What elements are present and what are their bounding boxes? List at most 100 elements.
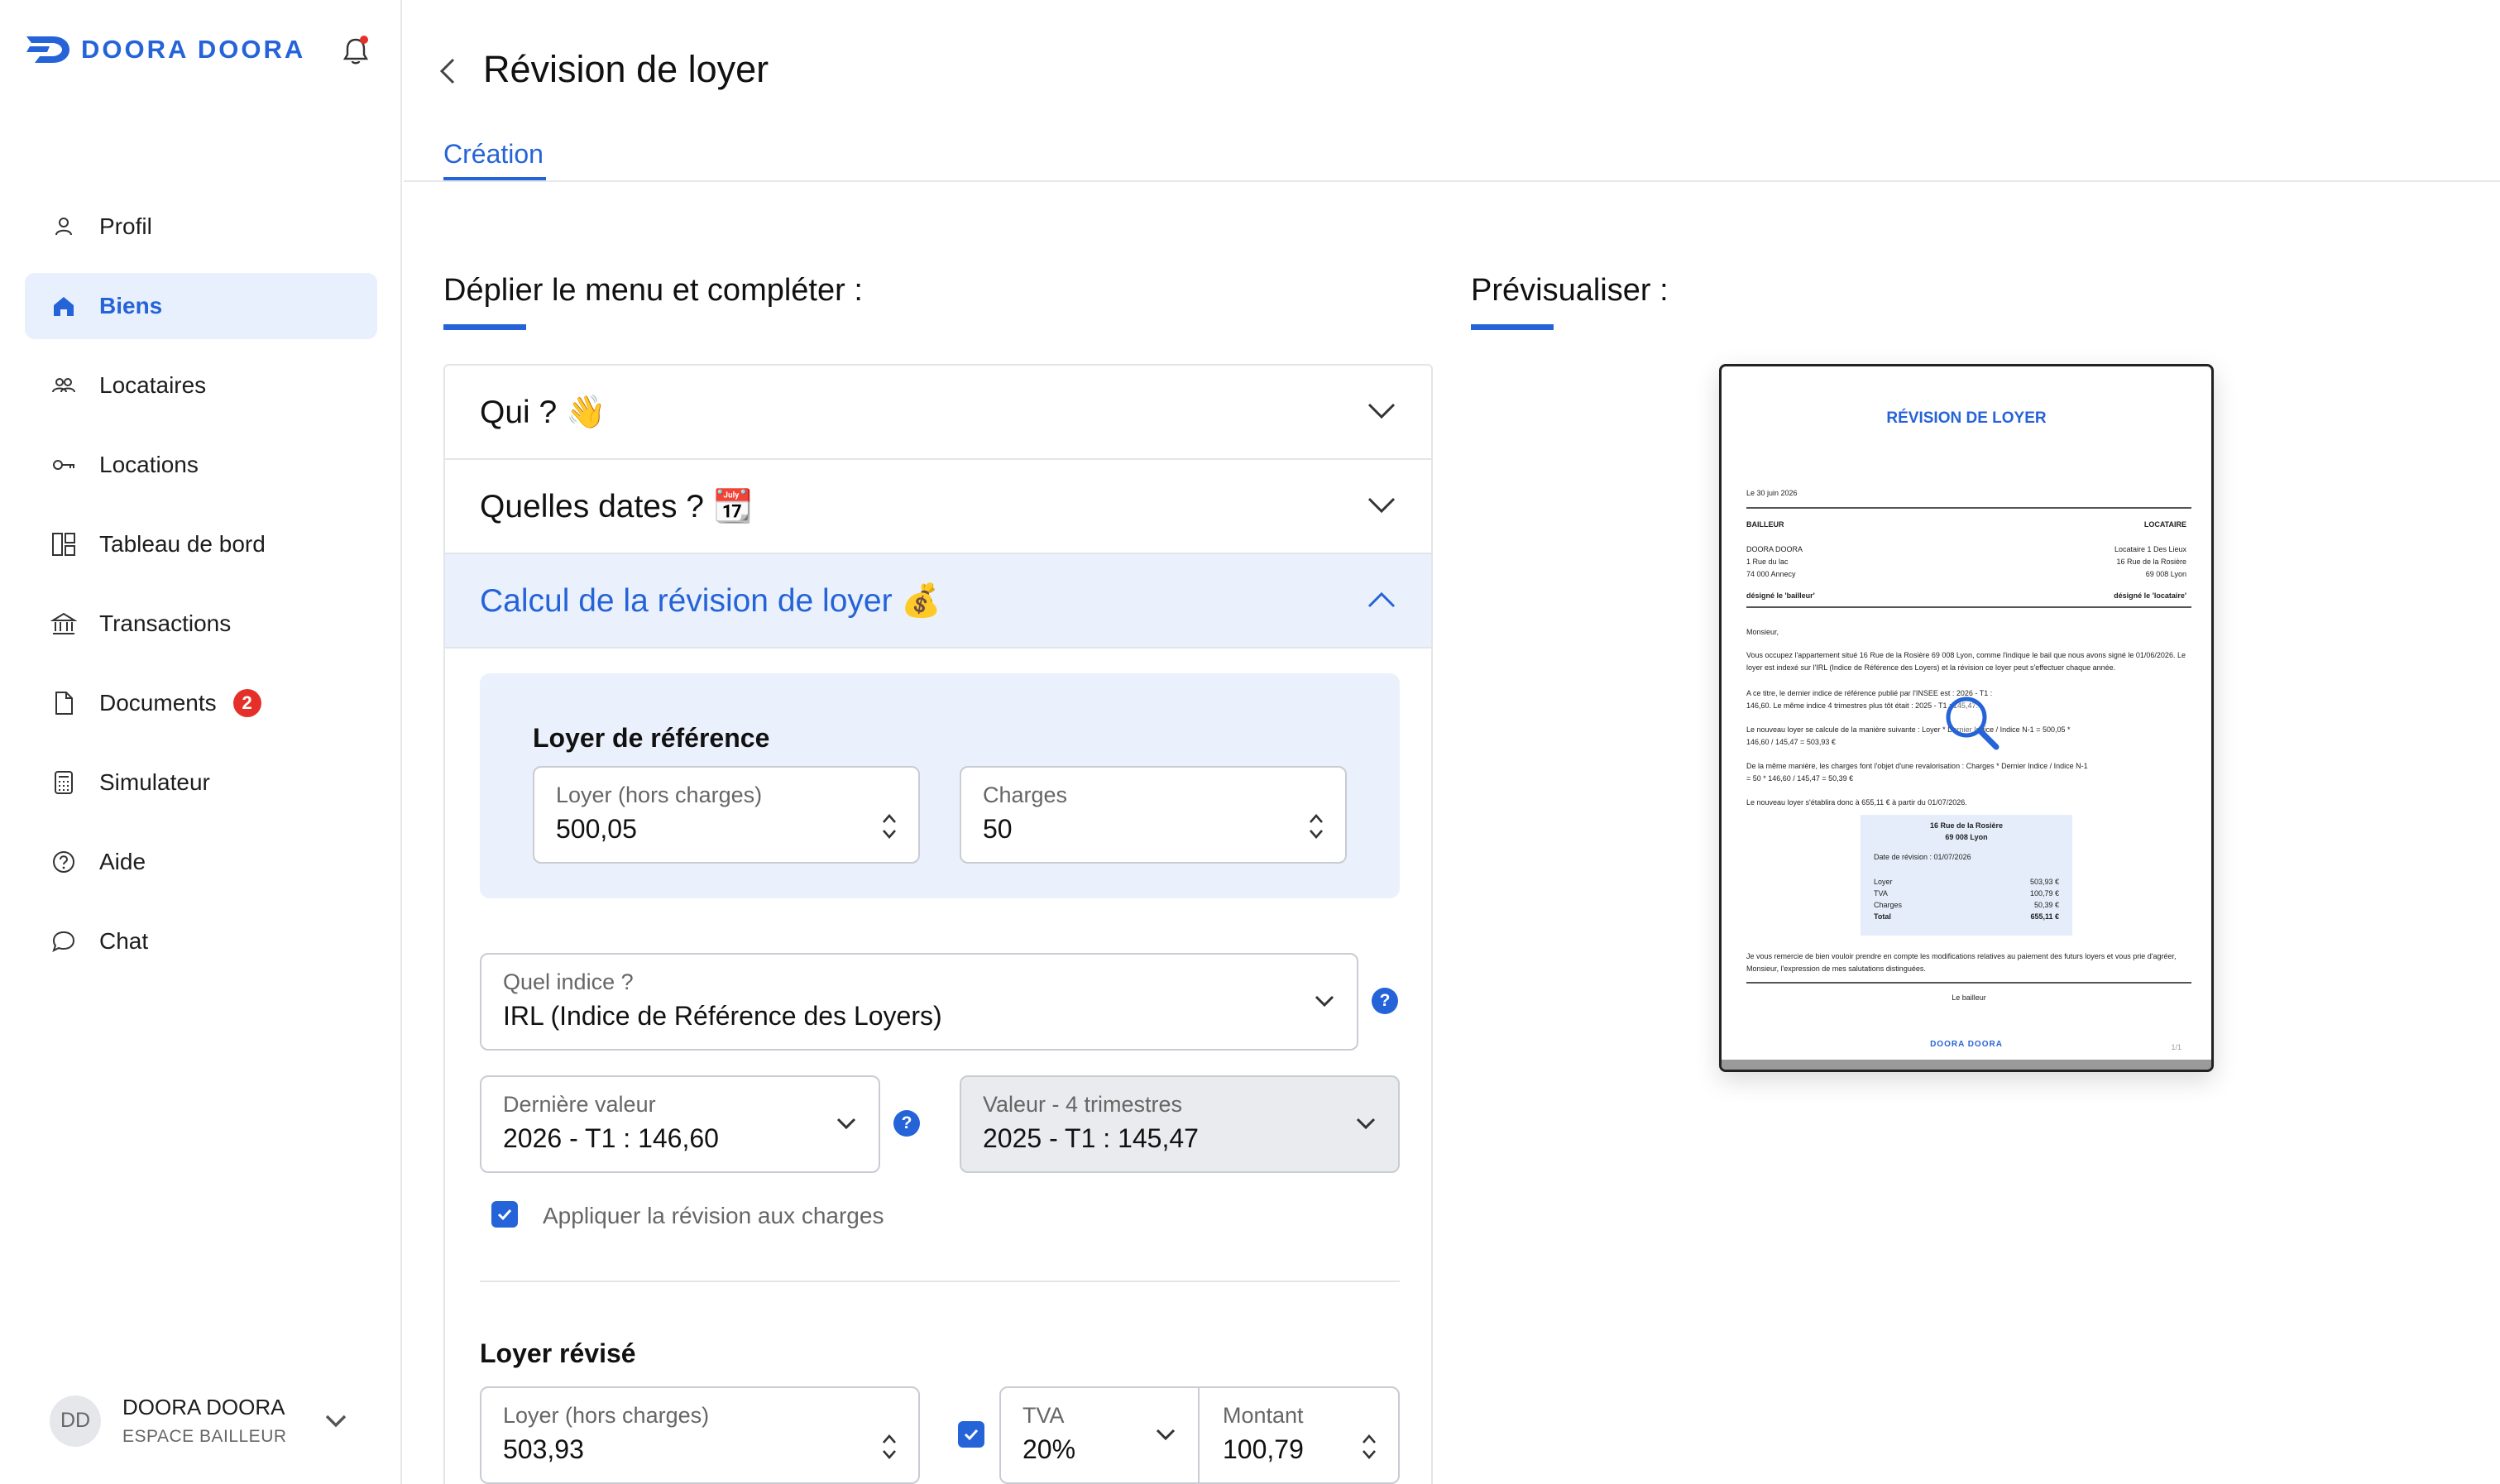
last-value-help-icon[interactable]: ?	[893, 1110, 920, 1137]
key-icon	[50, 451, 78, 479]
field-value: 2026 - T1 : 146,60	[503, 1123, 719, 1153]
notification-bell-icon[interactable]	[341, 35, 371, 66]
revised-rent-input[interactable]: Loyer (hors charges) 503,93	[480, 1386, 920, 1484]
user-name: DOORA DOORA	[122, 1395, 285, 1419]
sidebar-item-aide[interactable]: Aide	[25, 829, 377, 895]
doc-bailleur-line: DOORA DOORA	[1746, 545, 1803, 553]
doc-locataire-head: LOCATAIRE	[2143, 520, 2186, 529]
doc-paragraph: Le nouveau loyer s'établira donc à 655,1…	[1746, 798, 1967, 807]
index-select[interactable]: Quel indice ? IRL (Indice de Référence d…	[480, 953, 1358, 1051]
sidebar-item-chat[interactable]: Chat	[25, 908, 377, 974]
preview-title-underline	[1471, 324, 1554, 330]
sidebar-item-tableau-de-bord[interactable]: Tableau de bord	[25, 511, 377, 577]
doc-table-value: 100,79 €	[2029, 889, 2059, 898]
sidebar-item-label: Aide	[99, 849, 146, 874]
doc-table-value: 655,11 €	[2030, 912, 2059, 921]
doc-paragraph: De la même manière, les charges font l'o…	[1746, 762, 2088, 783]
sidebar-item-simulateur[interactable]: Simulateur	[25, 749, 377, 816]
documents-count-badge: 2	[232, 689, 261, 717]
chevron-down-icon	[1315, 995, 1334, 1008]
sidebar-item-biens[interactable]: Biens	[25, 273, 377, 339]
sidebar-item-label: Locataires	[99, 372, 207, 398]
field-value: 503,93	[503, 1434, 584, 1464]
stepper-icon[interactable]	[880, 1431, 898, 1462]
check-icon	[964, 1429, 979, 1441]
form-accordion: Qui ? 👋 Quelles dates ? 📆 Calcul de la r…	[443, 364, 1433, 1484]
doc-bailleur-line: 1 Rue du lac	[1746, 558, 1789, 566]
doc-table-label: TVA	[1874, 889, 1888, 898]
sidebar-item-locations[interactable]: Locations	[25, 432, 377, 498]
user-info: DOORA DOORA ESPACE BAILLEUR	[122, 1395, 287, 1447]
field-value: 2025 - T1 : 145,47	[983, 1123, 1199, 1153]
chevron-down-icon	[1356, 1118, 1376, 1130]
apply-charges-checkbox[interactable]	[491, 1201, 518, 1228]
user-menu[interactable]: DD DOORA DOORA ESPACE BAILLEUR	[50, 1395, 287, 1447]
doc-date: Le 30 juin 2026	[1746, 489, 1798, 497]
doc-bailleur-line: 74 000 Annecy	[1746, 570, 1796, 578]
document-preview[interactable]: RÉVISION DE LOYER Le 30 juin 2026 BAILLE…	[1719, 364, 2214, 1072]
field-label: Quel indice ?	[503, 969, 634, 994]
field-label: Dernière valeur	[503, 1092, 656, 1117]
doc-summary-table: 16 Rue de la Rosière 69 008 Lyon Date de…	[1861, 815, 2072, 936]
field-value: 50	[983, 814, 1013, 844]
sidebar-item-profil[interactable]: Profil	[25, 194, 377, 260]
doc-signature: Le bailleur	[1952, 993, 1986, 1002]
back-arrow-icon[interactable]	[437, 56, 458, 86]
page-title: Révision de loyer	[483, 48, 769, 90]
stepper-icon[interactable]	[1307, 811, 1325, 842]
reference-rent-input[interactable]: Loyer (hors charges) 500,05	[533, 766, 920, 864]
home-icon	[50, 292, 78, 320]
last-value-select[interactable]: Dernière valeur 2026 - T1 : 146,60	[480, 1075, 880, 1173]
accordion-calcul[interactable]: Calcul de la révision de loyer 💰	[445, 554, 1431, 649]
reference-title: Loyer de référence	[533, 723, 770, 753]
doc-locataire-line: 16 Rue de la Rosière	[2116, 558, 2186, 566]
preview-section-title: Prévisualiser :	[1471, 273, 1669, 308]
sidebar-item-transactions[interactable]: Transactions	[25, 591, 377, 657]
tva-checkbox[interactable]	[958, 1421, 984, 1448]
tva-select[interactable]: TVA 20%	[1001, 1388, 1200, 1482]
doc-bailleur-head: BAILLEUR	[1746, 520, 1784, 529]
revised-rent-title: Loyer révisé	[480, 1338, 636, 1368]
user-role: ESPACE BAILLEUR	[122, 1427, 287, 1446]
sidebar-item-label: Documents	[99, 690, 217, 716]
field-label: Valeur - 4 trimestres	[983, 1092, 1183, 1117]
doc-table-value: 503,93 €	[2029, 878, 2059, 886]
doc-locataire-line: 69 008 Lyon	[2145, 570, 2186, 578]
tab-creation[interactable]: Création	[443, 139, 544, 170]
doc-divider	[1746, 606, 2191, 608]
doc-title: RÉVISION DE LOYER	[1886, 409, 2047, 427]
sidebar-item-label: Locations	[99, 452, 199, 477]
stepper-icon[interactable]	[1360, 1431, 1378, 1462]
doc-table-label: Total	[1874, 912, 1891, 921]
accordion-label: Quelles dates ? 📆	[480, 489, 754, 524]
doc-bailleur-note: désigné le 'bailleur'	[1746, 591, 1815, 600]
doc-table-label: Loyer	[1874, 878, 1893, 886]
zoom-magnifier-icon[interactable]	[1940, 691, 2006, 757]
accordion-dates[interactable]: Quelles dates ? 📆	[445, 460, 1431, 554]
index-help-icon[interactable]: ?	[1372, 988, 1398, 1014]
accordion-qui[interactable]: Qui ? 👋	[445, 366, 1431, 460]
sidebar-item-label: Profil	[99, 213, 152, 239]
doc-paragraph: Vous occupez l'appartement situé 16 Rue …	[1746, 651, 2186, 672]
calculator-icon	[50, 768, 78, 797]
sidebar-item-label: Simulateur	[99, 769, 210, 795]
chat-icon	[50, 927, 78, 955]
previous-value-select[interactable]: Valeur - 4 trimestres 2025 - T1 : 145,47	[960, 1075, 1400, 1173]
tva-amount-input[interactable]: Montant 100,79	[1201, 1388, 1398, 1482]
sidebar-item-label: Tableau de bord	[99, 531, 266, 557]
reference-charges-input[interactable]: Charges 50	[960, 766, 1347, 864]
field-value: 100,79	[1223, 1434, 1304, 1464]
sidebar-item-documents[interactable]: Documents 2	[25, 670, 377, 736]
doc-bottom-bar	[1722, 1060, 2211, 1070]
doc-table-date: Date de révision : 01/07/2026	[1874, 853, 1971, 861]
brand-logo[interactable]: DOORA DOORA	[25, 33, 305, 66]
sidebar-item-locataires[interactable]: Locataires	[25, 352, 377, 419]
form-title-underline	[443, 324, 526, 330]
field-value: 500,05	[556, 814, 637, 844]
field-label: Loyer (hors charges)	[503, 1403, 710, 1428]
stepper-icon[interactable]	[880, 811, 898, 842]
doc-logo: DOORA DOORA	[1930, 1040, 2003, 1049]
chevron-down-icon[interactable]	[323, 1411, 349, 1431]
accordion-label: Calcul de la révision de loyer 💰	[480, 583, 941, 619]
sidebar: DOORA DOORA Profil Biens Locataires Loca…	[0, 0, 402, 1484]
